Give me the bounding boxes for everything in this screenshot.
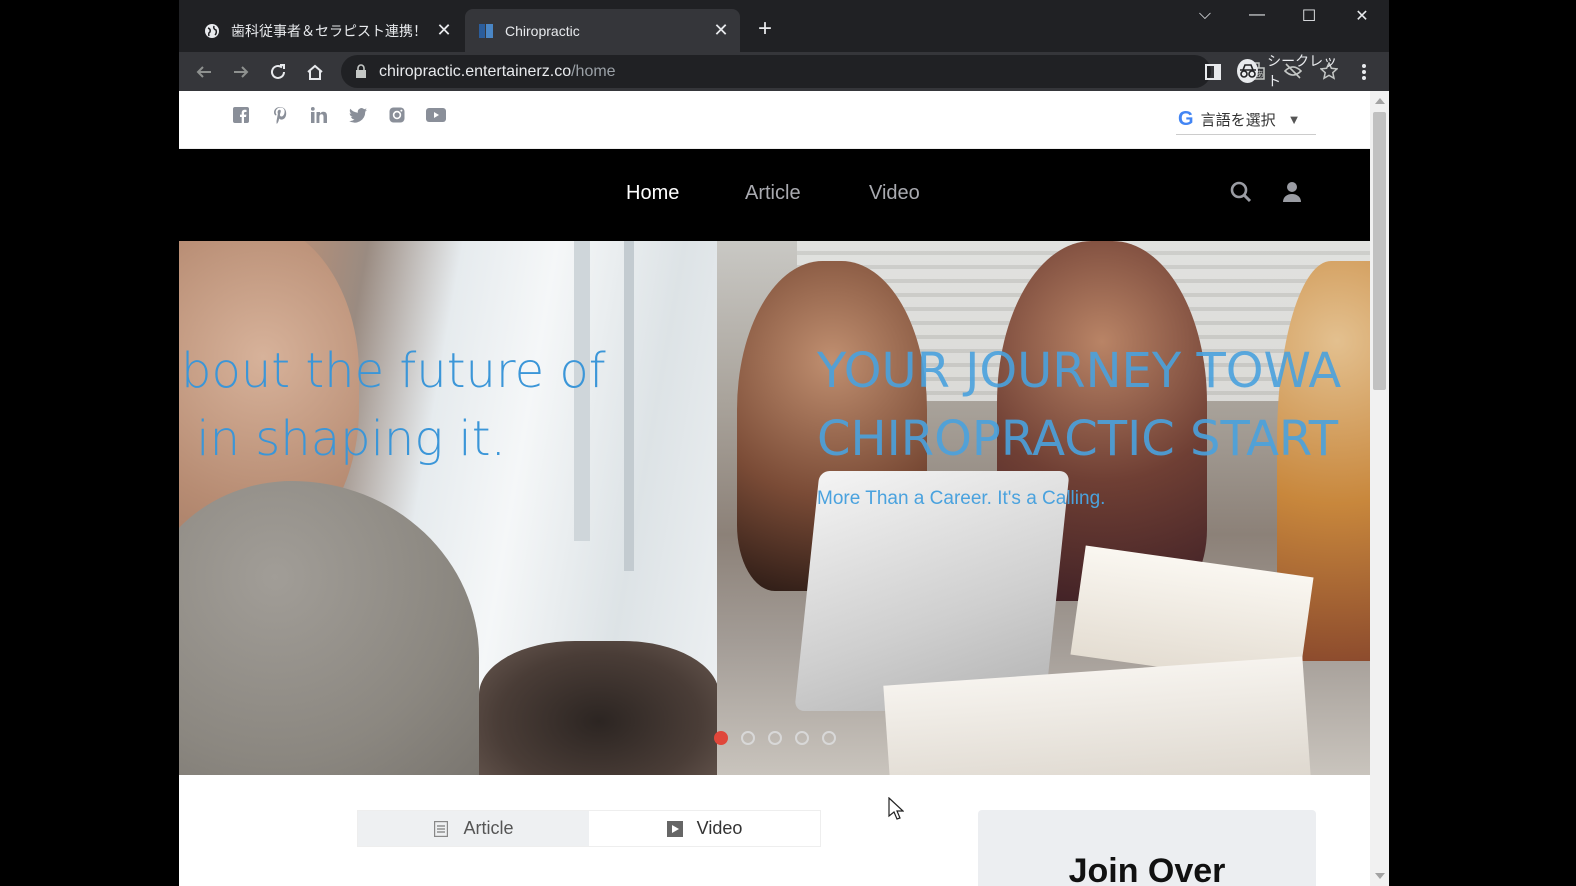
social-topbar: G 言語を選択 ▼ bbox=[179, 91, 1370, 149]
user-icon[interactable] bbox=[1283, 181, 1309, 207]
facebook-icon[interactable] bbox=[231, 105, 251, 125]
tab-title: 歯科従事者＆セラピスト連携！【整 bbox=[231, 22, 433, 39]
reload-icon[interactable] bbox=[265, 59, 291, 85]
url-host: chiropractic.entertainerz.co bbox=[379, 63, 572, 80]
join-card-title: Join Over bbox=[1068, 852, 1226, 886]
carousel-dot[interactable] bbox=[741, 731, 755, 745]
page-scrollbar[interactable] bbox=[1370, 91, 1389, 886]
man-shirt-image bbox=[179, 481, 479, 775]
language-selector-label: 言語を選択 bbox=[1200, 112, 1276, 129]
scroll-up-arrow-icon[interactable] bbox=[1375, 98, 1385, 104]
url-text: chiropractic.entertainerz.co/home bbox=[379, 63, 616, 81]
video-icon bbox=[666, 820, 683, 837]
tab-video[interactable]: Video bbox=[589, 811, 820, 846]
nav-video[interactable]: Video bbox=[869, 182, 920, 205]
tab-search-icon[interactable]: ⌵ bbox=[1190, 6, 1220, 30]
forward-icon[interactable] bbox=[228, 59, 254, 85]
google-logo-icon: G bbox=[1178, 108, 1194, 130]
globe-icon bbox=[203, 22, 221, 40]
hero-carousel[interactable]: bout the future of in shaping it. YOUR J… bbox=[179, 241, 1370, 775]
hero-slide-previous: bout the future of in shaping it. bbox=[179, 241, 719, 775]
profile-label: シークレット bbox=[1267, 52, 1338, 89]
minimize-icon[interactable]: — bbox=[1242, 6, 1272, 30]
social-links bbox=[231, 105, 446, 125]
scroll-down-arrow-icon[interactable] bbox=[1375, 873, 1385, 879]
address-bar[interactable]: chiropractic.entertainerz.co/home あ bbox=[341, 55, 1338, 88]
scrollbar-thumb[interactable] bbox=[1373, 112, 1386, 390]
pinterest-icon[interactable] bbox=[270, 105, 290, 125]
side-panel-icon[interactable] bbox=[1200, 59, 1226, 85]
hero-headline-previous: bout the future of in shaping it. bbox=[181, 343, 606, 467]
url-path: /home bbox=[571, 63, 616, 80]
tab-article[interactable]: Article bbox=[358, 811, 589, 846]
incognito-icon bbox=[1237, 58, 1259, 83]
carousel-dot[interactable] bbox=[795, 731, 809, 745]
browser-tab-2[interactable]: Chiropractic ✕ bbox=[465, 9, 740, 52]
incognito-profile-button[interactable]: シークレット bbox=[1237, 53, 1341, 89]
maximize-icon[interactable]: ☐ bbox=[1294, 6, 1324, 30]
mouse-cursor-icon bbox=[888, 796, 905, 826]
close-tab-icon[interactable]: ✕ bbox=[710, 20, 732, 41]
close-window-icon[interactable]: ✕ bbox=[1347, 6, 1377, 30]
hero-headline-current: YOUR JOURNEY TOWA CHIROPRACTIC START bbox=[817, 343, 1342, 467]
browser-toolbar: chiropractic.entertainerz.co/home あ シークレ… bbox=[179, 52, 1389, 91]
join-card: Join Over bbox=[978, 810, 1316, 886]
massage-table-image bbox=[479, 641, 719, 775]
carousel-dot[interactable] bbox=[768, 731, 782, 745]
nav-home[interactable]: Home bbox=[626, 182, 679, 205]
browser-tab-1[interactable]: 歯科従事者＆セラピスト連携！【整 ✕ bbox=[191, 9, 463, 52]
article-icon bbox=[433, 820, 449, 837]
back-icon[interactable] bbox=[191, 59, 217, 85]
tab-strip: 歯科従事者＆セラピスト連携！【整 ✕ Chiropractic ✕ + ⌵ — … bbox=[179, 0, 1389, 52]
home-icon[interactable] bbox=[302, 59, 328, 85]
linkedin-icon[interactable] bbox=[309, 105, 329, 125]
youtube-icon[interactable] bbox=[426, 105, 446, 125]
carousel-dot[interactable] bbox=[822, 731, 836, 745]
tab-video-label: Video bbox=[696, 818, 743, 838]
instagram-icon[interactable] bbox=[387, 105, 407, 125]
carousel-dot[interactable] bbox=[714, 731, 728, 745]
menu-icon[interactable] bbox=[1351, 59, 1377, 85]
browser-window: 歯科従事者＆セラピスト連携！【整 ✕ Chiropractic ✕ + ⌵ — … bbox=[179, 0, 1389, 886]
nav-article[interactable]: Article bbox=[745, 182, 801, 205]
content-tabs: Article Video bbox=[357, 810, 821, 847]
site-favicon-icon bbox=[477, 22, 495, 40]
web-page: G 言語を選択 ▼ Home Article Video bout the fu… bbox=[179, 91, 1370, 886]
carousel-dots bbox=[714, 731, 836, 745]
search-icon[interactable] bbox=[1230, 181, 1256, 207]
language-selector[interactable]: G 言語を選択 ▼ bbox=[1176, 105, 1316, 135]
hero-subheadline: More Than a Career. It's a Calling. bbox=[817, 488, 1106, 509]
dropdown-arrow-icon: ▼ bbox=[1287, 112, 1301, 127]
lock-icon[interactable] bbox=[355, 64, 367, 83]
tab-article-label: Article bbox=[463, 818, 514, 838]
main-navbar: Home Article Video bbox=[179, 149, 1370, 241]
background-pole bbox=[624, 241, 634, 571]
close-tab-icon[interactable]: ✕ bbox=[433, 20, 455, 41]
tab-title: Chiropractic bbox=[505, 22, 580, 39]
twitter-icon[interactable] bbox=[348, 105, 368, 125]
hero-slide-current: YOUR JOURNEY TOWA CHIROPRACTIC START Mor… bbox=[717, 241, 1370, 775]
new-tab-button[interactable]: + bbox=[752, 16, 778, 42]
